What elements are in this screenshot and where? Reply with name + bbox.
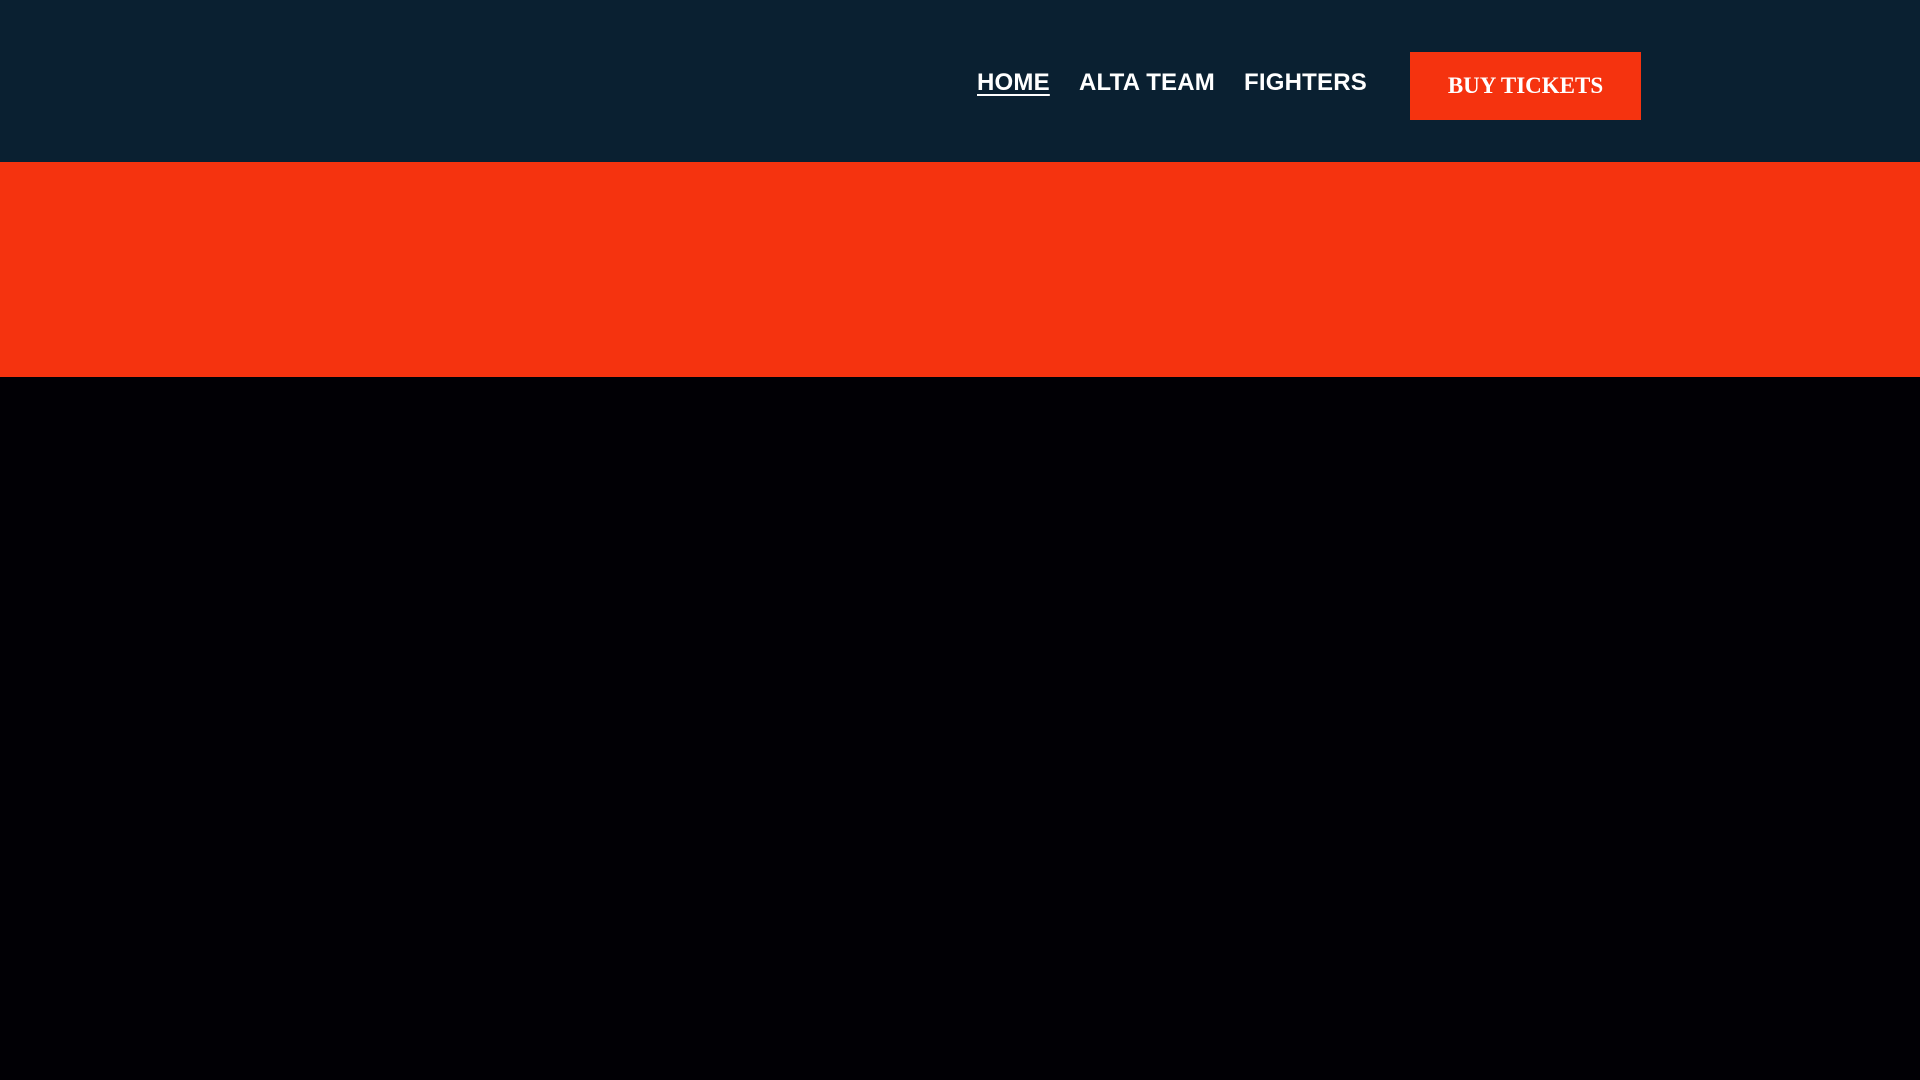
nav-link-alta-team[interactable]: ALTA TEAM	[1079, 68, 1215, 98]
site-header: HOME ALTA TEAM FIGHTERS BUY TICKETS	[0, 0, 1920, 162]
main-content	[0, 377, 1920, 1080]
nav-link-fighters[interactable]: FIGHTERS	[1244, 68, 1367, 98]
nav-link-home[interactable]: HOME	[977, 68, 1050, 98]
main-nav: HOME ALTA TEAM FIGHTERS BUY TICKETS	[0, 0, 1920, 170]
hero-banner	[0, 162, 1920, 377]
buy-tickets-button[interactable]: BUY TICKETS	[1410, 52, 1641, 120]
